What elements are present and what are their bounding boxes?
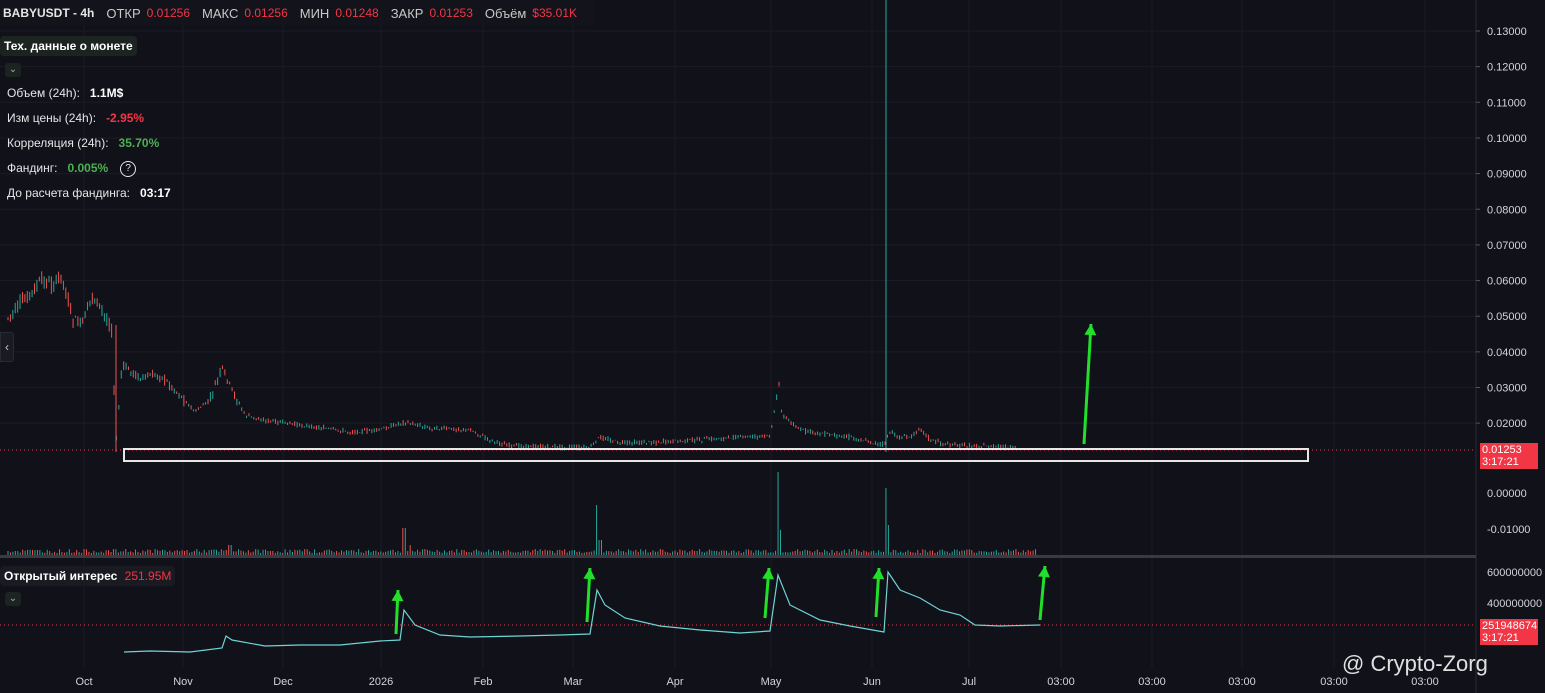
ohlc-legend: BABYUSDT - 4h ОТКР 0.01256 МАКС 0.01256 …: [0, 0, 594, 26]
volume-label: Объём: [484, 5, 527, 21]
collapse-oi-chevron-icon[interactable]: ⌄: [5, 592, 21, 606]
open-interest-value: 251.95M: [124, 569, 172, 583]
annotation-arrow-head-5: [1038, 566, 1050, 578]
price-countdown: 3:17:21: [1482, 456, 1519, 468]
oi-tick-label-1: 400000000: [1487, 598, 1542, 610]
funding-help-icon[interactable]: ?: [120, 161, 137, 177]
open-interest-label: Открытый интерес: [4, 569, 118, 583]
volume-value: $35.01K: [532, 6, 578, 20]
oi-countdown: 3:17:21: [1482, 632, 1519, 644]
close-label: ЗАКР: [390, 5, 424, 21]
open-interest-line: [123, 570, 1041, 653]
time-axis-label-0: Oct: [75, 676, 92, 688]
price-tick-label-8: 0.05000: [1487, 311, 1527, 323]
time-axis-label-2: Dec: [273, 676, 293, 688]
stat-funding-timer-label: До расчета фандинга:: [7, 186, 131, 200]
annotation-arrow-head-2: [583, 568, 596, 580]
price-candles: [7, 271, 1019, 451]
time-axis-label-1: Nov: [173, 676, 193, 688]
stat-price-change: Изм цены (24h): -2.95%: [7, 111, 144, 125]
current-oi-tag: 251948674 3:17:21: [1480, 619, 1538, 645]
time-axis-label-4: Feb: [474, 676, 493, 688]
stat-correlation-label: Корреляция (24h):: [7, 136, 109, 150]
time-axis-label-10: 03:00: [1047, 676, 1075, 688]
price-tick-label-2: 0.11000: [1487, 97, 1526, 109]
high-value: 0.01256: [244, 6, 288, 20]
time-axis-label-7: May: [761, 676, 782, 688]
price-tick-label-5: 0.08000: [1487, 204, 1527, 216]
stat-funding-timer: До расчета фандинга: 03:17: [7, 186, 171, 200]
volume-tick-label-0: 0.00000: [1487, 488, 1527, 500]
chart-canvas[interactable]: 0.13000 0.12000 0.11000 0.10000 0.09000 0.080…: [0, 0, 1545, 693]
high-label: МАКС: [202, 5, 239, 21]
time-axis-label-11: 03:00: [1138, 676, 1166, 688]
price-tick-label-6: 0.07000: [1487, 240, 1527, 252]
time-axis-label-12: 03:00: [1228, 676, 1256, 688]
support-range-box[interactable]: [123, 448, 1309, 462]
stat-volume: Объем (24h): 1.1M$: [7, 86, 123, 100]
stat-funding-value: 0.005%: [67, 161, 109, 176]
stat-funding-label: Фандинг:: [7, 161, 58, 176]
stat-volume-value: 1.1M$: [89, 86, 124, 100]
chevron-left-icon[interactable]: ‹: [0, 332, 14, 362]
price-tick-label-3: 0.10000: [1487, 133, 1527, 145]
stat-volume-label: Объем (24h):: [7, 86, 80, 100]
price-tick-label-0: 0.13000: [1487, 26, 1527, 38]
oi-tick-label-0: 600000000: [1487, 567, 1542, 579]
open-label: ОТКР: [106, 5, 141, 21]
annotation-arrow-head-0: [1084, 324, 1097, 336]
price-tick-label-4: 0.09000: [1487, 169, 1527, 181]
time-axis-label-9: Jul: [962, 676, 976, 688]
price-tick-label-11: 0.02000: [1487, 418, 1527, 430]
stat-correlation: Корреляция (24h): 35.70%: [7, 136, 159, 150]
open-value: 0.01256: [146, 6, 191, 20]
close-value: 0.01253: [429, 6, 473, 20]
collapse-info-chevron-icon[interactable]: ⌄: [5, 63, 21, 77]
pane-separator[interactable]: [0, 555, 1476, 558]
current-price-tag: 0.01253 3:17:21: [1480, 443, 1538, 469]
price-tick-label-7: 0.06000: [1487, 276, 1527, 288]
stat-funding: Фандинг: 0.005%?: [7, 161, 137, 177]
trading-chart[interactable]: 0.13000 0.12000 0.11000 0.10000 0.09000 0.080…: [0, 0, 1545, 693]
time-axis-label-3: 2026: [369, 676, 393, 688]
price-tick-label-1: 0.12000: [1487, 62, 1527, 74]
annotation-arrow-head-4: [872, 568, 885, 580]
current-price-value: 0.01253: [1482, 444, 1522, 456]
time-axis-label-14: 03:00: [1411, 676, 1439, 688]
low-label: МИН: [299, 5, 330, 21]
time-axis-label-5: Mar: [564, 676, 583, 688]
watermark: @ Crypto-Zorg: [1342, 651, 1488, 676]
current-oi-value: 251948674: [1482, 620, 1538, 632]
open-interest-title[interactable]: Открытый интерес 251.95M: [0, 566, 176, 586]
stat-price-change-label: Изм цены (24h):: [7, 111, 97, 125]
stat-correlation-value: 35.70%: [118, 136, 160, 150]
volume-bars: [7, 472, 1037, 555]
annotation-arrow-shaft-0: [1082, 323, 1093, 445]
time-axis-label-8: Jun: [863, 676, 881, 688]
annotation-arrow-head-1: [391, 590, 404, 602]
symbol-label[interactable]: BABYUSDT - 4h: [3, 6, 94, 20]
time-axis-label-6: Apr: [666, 676, 683, 688]
price-tick-label-10: 0.03000: [1487, 383, 1527, 395]
coin-info-title[interactable]: Тех. данные о монете: [0, 36, 137, 56]
price-tick-label-9: 0.04000: [1487, 347, 1527, 359]
low-value: 0.01248: [335, 6, 379, 20]
stat-price-change-value: -2.95%: [106, 111, 145, 125]
volume-tick-label-1: -0.01000: [1487, 524, 1530, 536]
stat-funding-timer-value: 03:17: [140, 186, 171, 200]
time-axis-label-13: 03:00: [1320, 676, 1348, 688]
annotation-arrow-head-3: [762, 568, 775, 580]
